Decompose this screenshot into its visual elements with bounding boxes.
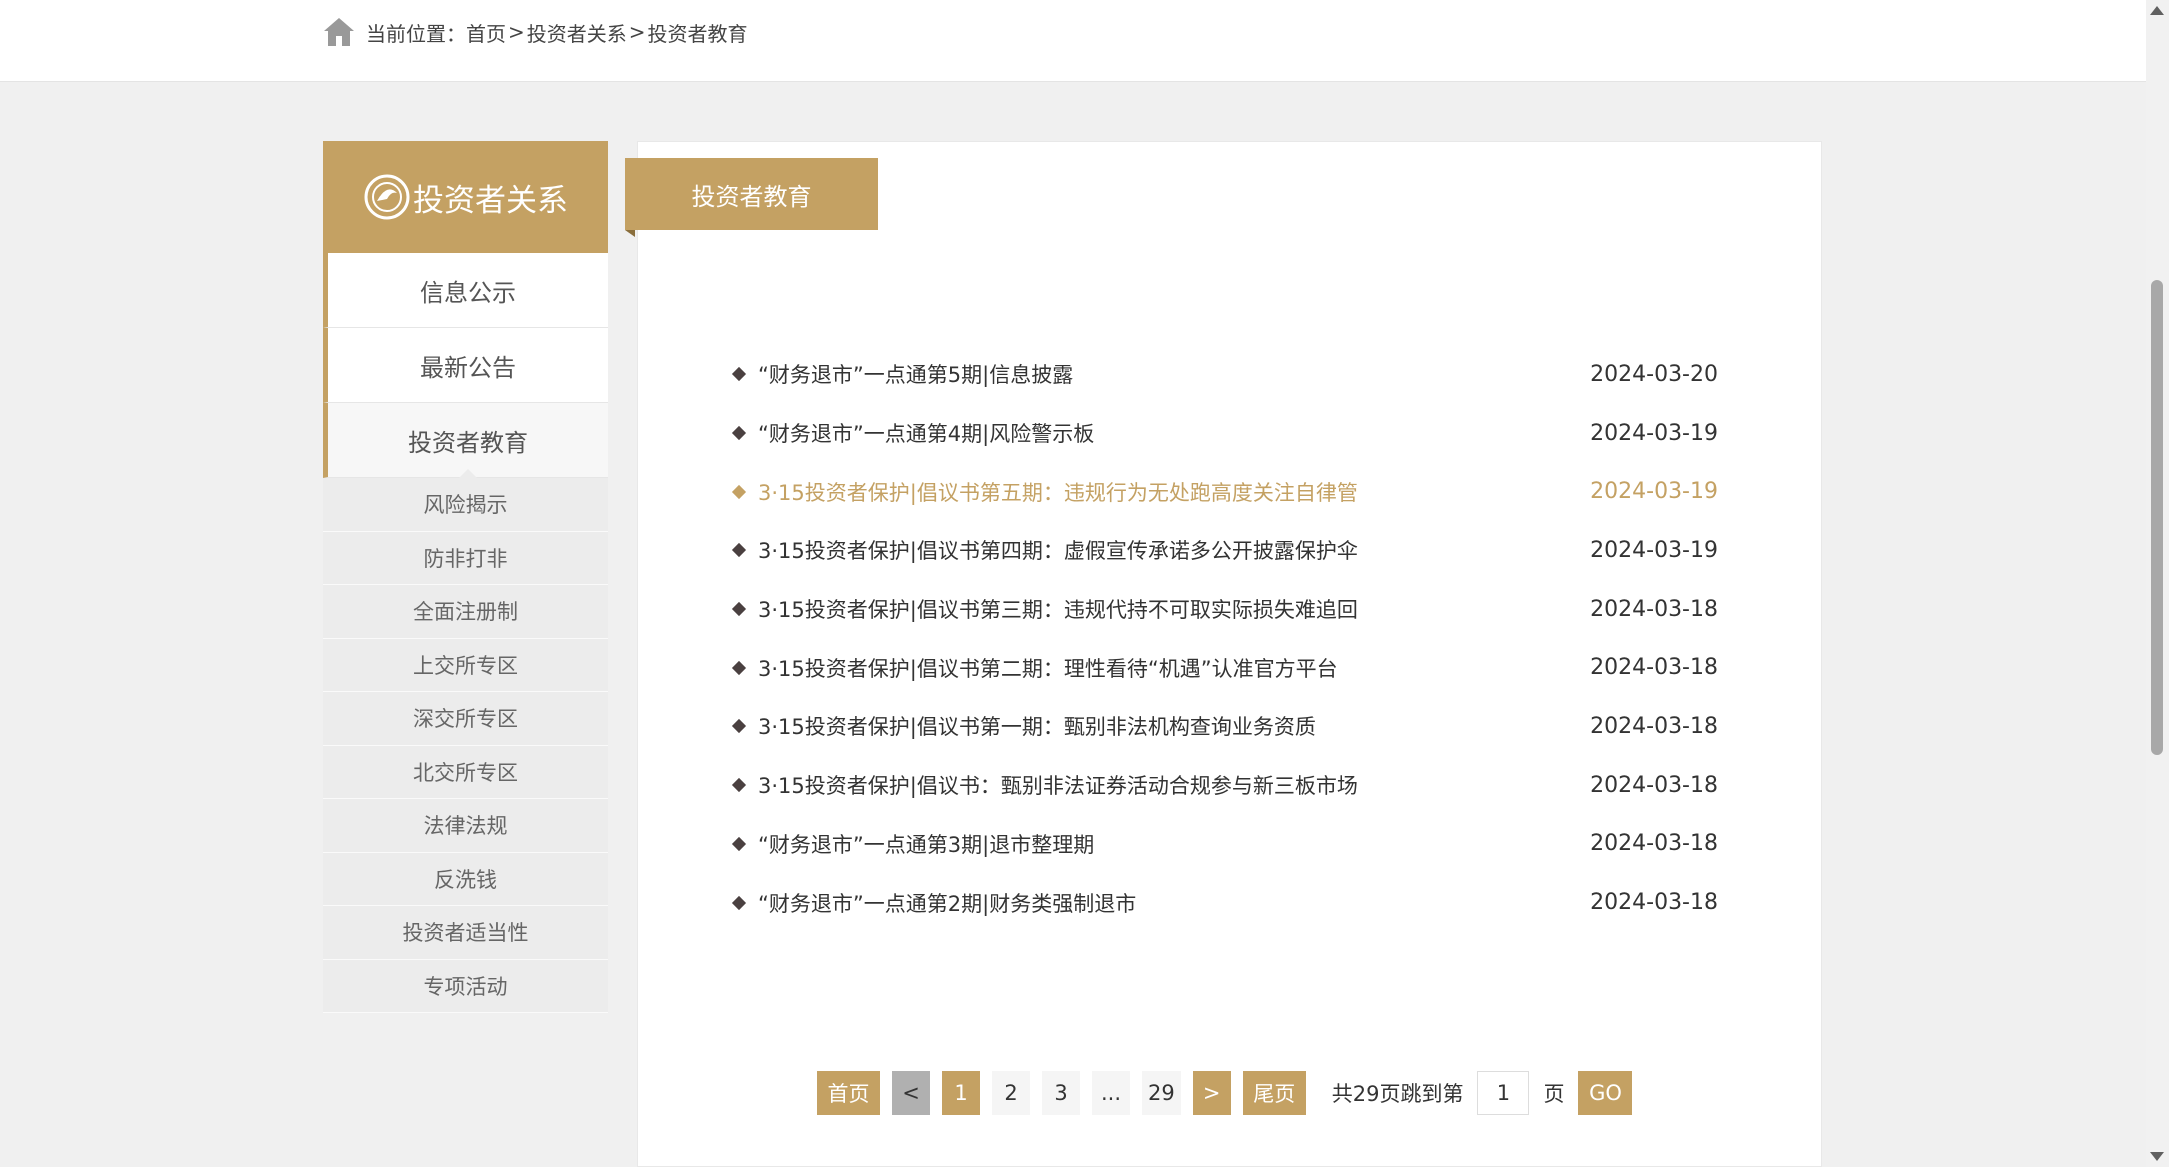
diamond-bullet-icon: [731, 543, 747, 558]
breadcrumb-separator: >: [628, 20, 646, 44]
sub-item-sse-zone[interactable]: 上交所专区: [323, 638, 608, 692]
news-row-highlighted[interactable]: 3·15投资者保护|倡议书第五期：违规行为无处跑高度关注自律管 2024-03-…: [728, 462, 1718, 521]
news-row[interactable]: 3·15投资者保护|倡议书第二期：理性看待“机遇”认准官方平台 2024-03-…: [728, 638, 1718, 697]
page-suffix: 页: [1543, 1082, 1565, 1106]
diamond-bullet-icon: [731, 367, 747, 382]
news-title[interactable]: 3·15投资者保护|倡议书第四期：虚假宣传承诺多公开披露保护伞: [758, 535, 1518, 565]
company-logo-icon: [364, 174, 410, 220]
diamond-bullet-icon: [731, 602, 747, 617]
sidebar-title: 投资者关系: [413, 182, 568, 219]
sidebar-header: 投资者关系: [323, 141, 608, 253]
sidebar: 投资者关系 信息公示 最新公告 投资者教育 风险揭示 防非打非 全面注册制 上交…: [323, 141, 608, 1013]
breadcrumb-investor-education[interactable]: 投资者教育: [648, 18, 748, 47]
sub-item-anti-money-laundering[interactable]: 反洗钱: [323, 852, 608, 906]
news-date: 2024-03-20: [1590, 361, 1718, 387]
news-date: 2024-03-18: [1590, 596, 1718, 622]
news-date: 2024-03-19: [1590, 537, 1718, 563]
news-row[interactable]: 3·15投资者保护|倡议书第一期：甄别非法机构查询业务资质 2024-03-18: [728, 697, 1718, 756]
news-title[interactable]: 3·15投资者保护|倡议书第五期：违规行为无处跑高度关注自律管: [758, 477, 1518, 507]
sidebar-item-latest-announcements[interactable]: 最新公告: [323, 328, 608, 403]
page-button[interactable]: 2: [992, 1071, 1030, 1115]
first-page-button[interactable]: 首页: [817, 1071, 880, 1115]
sub-item-risk-disclosure[interactable]: 风险揭示: [323, 478, 608, 532]
sub-item-investor-suitability[interactable]: 投资者适当性: [323, 906, 608, 960]
news-list: “财务退市”一点通第5期|信息披露 2024-03-20 “财务退市”一点通第4…: [728, 345, 1718, 932]
news-date: 2024-03-18: [1590, 655, 1718, 681]
page-button-current[interactable]: 1: [942, 1071, 980, 1115]
sub-item-anti-illegal-finance[interactable]: 防非打非: [323, 531, 608, 585]
breadcrumb-prefix: 当前位置：: [366, 21, 466, 46]
breadcrumb-investor-relations[interactable]: 投资者关系: [527, 18, 627, 47]
sub-item-registration-system[interactable]: 全面注册制: [323, 585, 608, 639]
news-row[interactable]: “财务退市”一点通第5期|信息披露 2024-03-20: [728, 345, 1718, 404]
diamond-bullet-icon: [731, 895, 747, 910]
sub-item-special-activities[interactable]: 专项活动: [323, 959, 608, 1013]
news-date: 2024-03-18: [1590, 831, 1718, 857]
page-scrollbar[interactable]: [2146, 0, 2169, 1167]
news-title[interactable]: 3·15投资者保护|倡议书第三期：违规代持不可取实际损失难追回: [758, 594, 1518, 624]
news-date: 2024-03-19: [1590, 479, 1718, 505]
news-title[interactable]: 3·15投资者保护|倡议书：甄别非法证券活动合规参与新三板市场: [758, 770, 1518, 800]
prev-page-button[interactable]: <: [892, 1071, 930, 1115]
top-bar: 当前位置： 首页 > 投资者关系 > 投资者教育: [0, 0, 2146, 82]
news-row[interactable]: “财务退市”一点通第2期|财务类强制退市 2024-03-18: [728, 873, 1718, 932]
page-button[interactable]: 3: [1042, 1071, 1080, 1115]
news-title[interactable]: “财务退市”一点通第2期|财务类强制退市: [758, 888, 1518, 918]
news-date: 2024-03-18: [1590, 772, 1718, 798]
news-row[interactable]: “财务退市”一点通第4期|风险警示板 2024-03-19: [728, 404, 1718, 463]
news-row[interactable]: 3·15投资者保护|倡议书第四期：虚假宣传承诺多公开披露保护伞 2024-03-…: [728, 521, 1718, 580]
news-title[interactable]: “财务退市”一点通第3期|退市整理期: [758, 829, 1518, 859]
sidebar-item-investor-education[interactable]: 投资者教育: [323, 403, 608, 478]
pagination: 首页 < 1 2 3 ... 29 > 尾页 共29页跳到第 页 GO: [817, 1071, 1633, 1115]
breadcrumb-separator: >: [508, 20, 525, 44]
news-row[interactable]: 3·15投资者保护|倡议书：甄别非法证券活动合规参与新三板市场 2024-03-…: [728, 756, 1718, 815]
sub-item-laws-regulations[interactable]: 法律法规: [323, 799, 608, 853]
news-title[interactable]: “财务退市”一点通第4期|风险警示板: [758, 418, 1518, 448]
news-title[interactable]: “财务退市”一点通第5期|信息披露: [758, 359, 1518, 389]
diamond-bullet-icon: [731, 484, 747, 499]
scroll-down-arrow-icon[interactable]: [2150, 1152, 2164, 1161]
home-icon[interactable]: [322, 15, 356, 49]
go-button[interactable]: GO: [1578, 1071, 1633, 1115]
panel-tab-investor-education: 投资者教育: [625, 158, 878, 237]
diamond-bullet-icon: [731, 719, 747, 734]
diamond-bullet-icon: [731, 778, 747, 793]
sub-item-szse-zone[interactable]: 深交所专区: [323, 692, 608, 746]
breadcrumb-home[interactable]: 首页: [466, 18, 506, 47]
news-row[interactable]: “财务退市”一点通第3期|退市整理期 2024-03-18: [728, 815, 1718, 874]
scroll-up-arrow-icon[interactable]: [2150, 6, 2164, 15]
page-button[interactable]: 29: [1142, 1071, 1181, 1115]
news-title[interactable]: 3·15投资者保护|倡议书第一期：甄别非法机构查询业务资质: [758, 711, 1518, 741]
scroll-thumb[interactable]: [2151, 280, 2163, 755]
breadcrumb: 当前位置： 首页 > 投资者关系 > 投资者教育: [322, 14, 748, 50]
jump-page-input[interactable]: [1477, 1071, 1530, 1115]
last-page-button[interactable]: 尾页: [1242, 1071, 1306, 1115]
sub-item-bse-zone[interactable]: 北交所专区: [323, 745, 608, 799]
news-date: 2024-03-18: [1590, 713, 1718, 739]
diamond-bullet-icon: [731, 660, 747, 675]
news-date: 2024-03-18: [1590, 890, 1718, 916]
next-page-button[interactable]: >: [1192, 1071, 1231, 1115]
total-pages-text: 共29页跳到第: [1331, 1082, 1464, 1106]
page-ellipsis: ...: [1092, 1071, 1130, 1115]
news-title[interactable]: 3·15投资者保护|倡议书第二期：理性看待“机遇”认准官方平台: [758, 653, 1518, 683]
diamond-bullet-icon: [731, 425, 747, 441]
news-row[interactable]: 3·15投资者保护|倡议书第三期：违规代持不可取实际损失难追回 2024-03-…: [728, 580, 1718, 639]
diamond-bullet-icon: [731, 836, 747, 851]
news-date: 2024-03-19: [1590, 420, 1718, 446]
sidebar-item-info-disclosure[interactable]: 信息公示: [323, 253, 608, 328]
